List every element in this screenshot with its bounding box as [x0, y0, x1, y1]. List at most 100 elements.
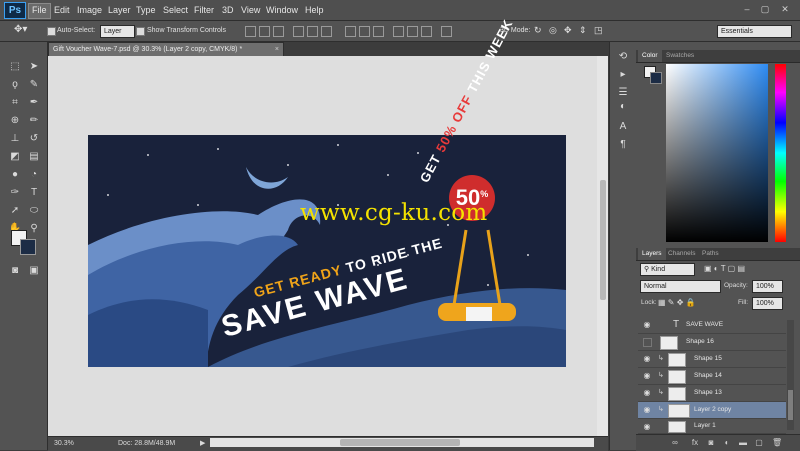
- menu-file[interactable]: File: [28, 3, 51, 19]
- healing-brush-tool-icon[interactable]: ⊕: [8, 114, 22, 128]
- menu-3d[interactable]: 3D: [219, 3, 237, 17]
- new-layer-icon[interactable]: ▢: [754, 438, 764, 448]
- menu-view[interactable]: View: [238, 3, 263, 17]
- 3d-scale-icon[interactable]: ◳: [594, 24, 603, 36]
- align-hcenter-icon[interactable]: [307, 26, 318, 37]
- layers-scroll-thumb[interactable]: [788, 390, 793, 420]
- clone-stamp-tool-icon[interactable]: ⊥: [8, 132, 22, 146]
- align-right-icon[interactable]: [321, 26, 332, 37]
- blur-tool-icon[interactable]: ●: [8, 168, 22, 182]
- trash-icon[interactable]: 🗑: [772, 438, 782, 448]
- align-left-icon[interactable]: [293, 26, 304, 37]
- auto-select-dropdown[interactable]: Layer: [100, 25, 135, 38]
- distribute-top-icon[interactable]: [345, 26, 356, 37]
- auto-select-checkbox[interactable]: [47, 27, 56, 36]
- 3d-roll-icon[interactable]: ◎: [549, 24, 557, 36]
- zoom-tool-icon[interactable]: ⚲: [27, 222, 41, 236]
- eye-icon[interactable]: ◉: [642, 388, 652, 398]
- eye-icon[interactable]: ◉: [642, 354, 652, 364]
- paragraph-panel-icon[interactable]: ¶: [616, 138, 630, 152]
- layer-row-shape-13[interactable]: ◉ ↳ Shape 13: [638, 385, 786, 402]
- mask-icon[interactable]: ◙: [706, 438, 716, 448]
- eyedropper-tool-icon[interactable]: ✒: [27, 96, 41, 110]
- distribute-vcenter-icon[interactable]: [359, 26, 370, 37]
- tab-swatches[interactable]: Swatches: [662, 50, 698, 62]
- distribute-hcenter-icon[interactable]: [407, 26, 418, 37]
- lock-icons[interactable]: ▦ ✎ ✥ 🔒: [658, 297, 696, 308]
- background-color-swatch[interactable]: [20, 239, 36, 255]
- eraser-tool-icon[interactable]: ◩: [8, 150, 22, 164]
- character-panel-icon[interactable]: A: [616, 120, 630, 134]
- adjustments-panel-icon[interactable]: ◐: [616, 100, 630, 114]
- properties-panel-icon[interactable]: ☰: [616, 86, 630, 100]
- eye-icon[interactable]: ◉: [642, 422, 652, 432]
- distribute-left-icon[interactable]: [393, 26, 404, 37]
- fx-icon[interactable]: fx: [690, 438, 700, 448]
- layer-row-shape-14[interactable]: ◉ ↳ Shape 14: [638, 368, 786, 385]
- crop-tool-icon[interactable]: ⌗: [8, 96, 22, 110]
- vertical-scroll-thumb[interactable]: [600, 180, 606, 300]
- lasso-tool-icon[interactable]: ϙ: [8, 78, 22, 92]
- 3d-pan-icon[interactable]: ✥: [564, 24, 572, 36]
- history-panel-icon[interactable]: ⟲: [616, 50, 630, 64]
- layer-row-shape-15[interactable]: ◉ ↳ Shape 15: [638, 351, 786, 368]
- tab-channels[interactable]: Channels: [664, 248, 699, 260]
- close-tab-icon[interactable]: ×: [275, 43, 279, 56]
- eye-icon[interactable]: ◉: [642, 371, 652, 381]
- dodge-tool-icon[interactable]: ◔: [27, 168, 41, 182]
- align-top-icon[interactable]: [245, 26, 256, 37]
- distribute-bottom-icon[interactable]: [373, 26, 384, 37]
- 3d-rotate-icon[interactable]: ↻: [534, 24, 542, 36]
- move-tool-icon[interactable]: ✥▾: [14, 24, 27, 36]
- layer-row-save-wave[interactable]: ◉ T SAVE WAVE: [638, 317, 786, 334]
- document-tab[interactable]: Gift Voucher Wave-7.psd @ 30.3% (Layer 2…: [48, 42, 284, 56]
- screen-mode-icon[interactable]: ▣: [27, 264, 41, 278]
- history-brush-tool-icon[interactable]: ↺: [27, 132, 41, 146]
- layer-row-layer-2-copy[interactable]: ◉ ↳ Layer 2 copy: [638, 402, 786, 419]
- eye-icon[interactable]: ◉: [642, 320, 652, 330]
- menu-filter[interactable]: Filter: [191, 3, 217, 17]
- layer-filter-dropdown[interactable]: ⚲ Kind: [640, 263, 695, 276]
- move-tool-icon[interactable]: ➤: [27, 60, 41, 74]
- zoom-level[interactable]: 30.3%: [54, 438, 74, 450]
- tab-layers[interactable]: Layers: [638, 248, 666, 260]
- menu-layer[interactable]: Layer: [105, 3, 134, 17]
- fill-input[interactable]: 100%: [752, 297, 783, 310]
- tab-color[interactable]: Color: [638, 50, 662, 62]
- menu-window[interactable]: Window: [263, 3, 301, 17]
- menu-select[interactable]: Select: [160, 3, 191, 17]
- quick-select-tool-icon[interactable]: ✎: [27, 78, 41, 92]
- distribute-right-icon[interactable]: [421, 26, 432, 37]
- menu-edit[interactable]: Edit: [51, 3, 73, 17]
- marquee-tool-icon[interactable]: ⬚: [8, 60, 22, 74]
- workspace-dropdown[interactable]: Essentials: [717, 25, 792, 38]
- menu-help[interactable]: Help: [302, 3, 327, 17]
- maximize-icon[interactable]: ▢: [758, 4, 772, 15]
- adjustment-icon[interactable]: ◐: [722, 438, 732, 448]
- eye-icon[interactable]: ◉: [642, 405, 652, 415]
- auto-align-icon[interactable]: [441, 26, 452, 37]
- close-icon[interactable]: ✕: [778, 4, 792, 15]
- pen-tool-icon[interactable]: ✑: [8, 186, 22, 200]
- 3d-slide-icon[interactable]: ⇕: [579, 24, 587, 36]
- horizontal-scroll-thumb[interactable]: [340, 439, 460, 446]
- color-background-swatch[interactable]: [650, 72, 662, 84]
- folder-icon[interactable]: ▬: [738, 438, 748, 448]
- tab-paths[interactable]: Paths: [698, 248, 723, 260]
- minimize-icon[interactable]: –: [740, 4, 754, 15]
- filter-type-icons[interactable]: ▣ ◐ T ▢ ▤: [704, 263, 745, 274]
- menu-image[interactable]: Image: [74, 3, 105, 17]
- hue-slider[interactable]: [775, 64, 786, 242]
- menu-type[interactable]: Type: [133, 3, 159, 17]
- quick-mask-icon[interactable]: ◙: [8, 264, 22, 278]
- show-transform-checkbox[interactable]: [136, 27, 145, 36]
- shape-tool-icon[interactable]: ⬭: [27, 204, 41, 218]
- brush-tool-icon[interactable]: ✏: [27, 114, 41, 128]
- layer-row-shape-16[interactable]: Shape 16: [638, 334, 786, 351]
- actions-panel-icon[interactable]: ▸: [616, 68, 630, 82]
- opacity-input[interactable]: 100%: [752, 280, 783, 293]
- artwork-canvas[interactable]: [88, 135, 566, 367]
- type-tool-icon[interactable]: T: [27, 186, 41, 200]
- align-vcenter-icon[interactable]: [259, 26, 270, 37]
- gradient-tool-icon[interactable]: ▤: [27, 150, 41, 164]
